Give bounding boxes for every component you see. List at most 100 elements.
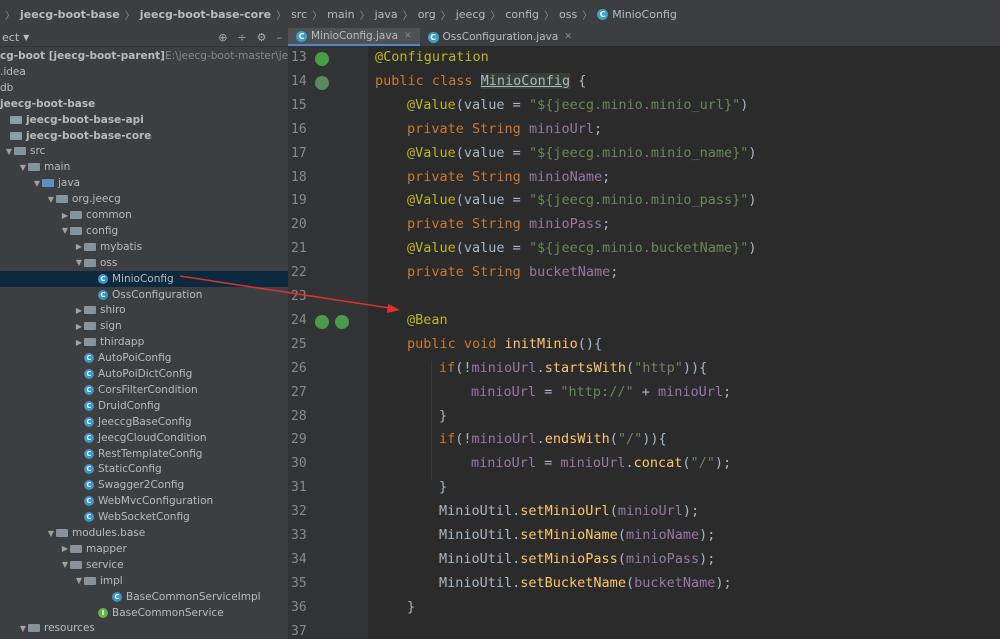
tree-item[interactable]: ▶ shiro	[0, 302, 288, 318]
tree-item[interactable]: C CorsFilterCondition	[0, 382, 288, 398]
tree-item[interactable]: ▼ config	[0, 223, 288, 239]
code-token: String	[472, 120, 529, 137]
tree-item[interactable]: ▼ org.jeecg	[0, 191, 288, 207]
tree-item[interactable]: ▼ src	[0, 143, 288, 159]
code-token: MinioUtil.	[439, 503, 521, 520]
code-token: bucketName	[528, 264, 611, 281]
tree-item[interactable]: jeecg-boot-base	[0, 96, 288, 112]
breadcrumb-item[interactable]: jeecg-boot-base	[20, 8, 120, 21]
expand-arrow-icon[interactable]: ▼	[18, 163, 28, 172]
tree-item[interactable]: I BaseCommonService	[0, 605, 288, 621]
expand-arrow-icon[interactable]: ▼	[60, 226, 70, 235]
class-icon: C	[84, 496, 94, 507]
expand-arrow-icon[interactable]: ▼	[46, 195, 56, 204]
tree-item[interactable]: ▼ modules.base	[0, 525, 288, 541]
tree-item-label: Swagger2Config	[98, 479, 185, 492]
close-icon[interactable]: ✕	[404, 31, 412, 41]
code-token: .	[536, 359, 545, 376]
code-token: )){	[682, 359, 708, 376]
tree-item[interactable]: C Swagger2Config	[0, 477, 288, 493]
breadcrumb-item[interactable]: src	[291, 8, 307, 21]
tree-item[interactable]: C AutoPoiConfig	[0, 350, 288, 366]
line-number: 37	[291, 623, 307, 639]
tree-item[interactable]: ▶ mybatis	[0, 239, 288, 255]
tree-item[interactable]: C WebMvcConfiguration	[0, 493, 288, 509]
code-token: {	[570, 72, 587, 89]
breadcrumb-item[interactable]: jeecg	[456, 8, 486, 21]
tree-item[interactable]: C JeecgCloudCondition	[0, 430, 288, 446]
chevron-down-icon[interactable]: ▼	[23, 33, 29, 42]
collapse-arrow-icon[interactable]: ▶	[74, 306, 84, 315]
editor-tab[interactable]: C MinioConfig.java ✕	[288, 28, 420, 46]
breadcrumb-item[interactable]: org	[418, 8, 436, 21]
tree-item[interactable]: C JeeccgBaseConfig	[0, 414, 288, 430]
code-token: );	[715, 574, 732, 591]
collapse-arrow-icon[interactable]: ▶	[74, 338, 84, 347]
tree-item[interactable]: C DruidConfig	[0, 398, 288, 414]
gear-icon[interactable]: ⚙	[257, 31, 267, 44]
project-panel-title[interactable]: ect	[2, 31, 19, 44]
tab-label: MinioConfig.java	[311, 30, 398, 42]
line-number: 29	[291, 432, 307, 448]
tree-item[interactable]: ▶ sign	[0, 318, 288, 334]
tree-item[interactable]: C MinioConfig	[0, 270, 288, 287]
expand-arrow-icon[interactable]: ▼	[32, 179, 42, 188]
tree-item[interactable]: ▼ oss	[0, 255, 288, 271]
tree-item[interactable]: jeecg-boot-base-core	[0, 128, 288, 144]
breadcrumb-item[interactable]: jeecg-boot-base-core	[140, 8, 271, 21]
collapse-arrow-icon[interactable]: ▶	[74, 322, 84, 331]
breadcrumb-item[interactable]: C MinioConfig	[597, 8, 677, 21]
breadcrumb-item[interactable]: config	[505, 8, 539, 21]
code-token: )	[748, 240, 757, 257]
code-token: minioUrl	[471, 383, 537, 400]
spring-bean-icon[interactable]	[315, 314, 329, 329]
breadcrumb-item[interactable]: main	[327, 8, 354, 21]
tree-item[interactable]: ▶ thirdapp	[0, 334, 288, 350]
tree-item-label: resources	[44, 622, 95, 635]
tree-item[interactable]: C OssConfiguration	[0, 287, 288, 303]
spring-bean-icon[interactable]	[335, 314, 349, 329]
expand-arrow-icon[interactable]: ▼	[60, 560, 70, 569]
tree-item[interactable]: ▶ common	[0, 207, 288, 223]
tree-item[interactable]: C AutoPoiDictConfig	[0, 366, 288, 382]
tree-item[interactable]: ▼ java	[0, 175, 288, 191]
close-icon[interactable]: ✕	[564, 32, 572, 42]
line-number: 36	[291, 599, 307, 615]
locate-icon[interactable]: ⊕	[218, 31, 227, 44]
tree-item[interactable]: ▼ resources	[0, 620, 288, 636]
code-editor[interactable]: 13 14 15 16 17 18 19 20 21 22 23 24 25 26 27 28 29 30 31 32…	[288, 46, 1000, 639]
tree-item[interactable]: ▼ service	[0, 557, 288, 573]
hide-icon[interactable]: –	[277, 31, 283, 44]
expand-arrow-icon[interactable]: ▼	[46, 529, 56, 538]
spring-bean-icon[interactable]	[315, 52, 329, 66]
code-token: String	[472, 264, 529, 281]
tree-item[interactable]: cg-boot [jeecg-boot-parent] E:\jeecg-boo…	[0, 48, 288, 64]
expand-arrow-icon[interactable]: ▼	[18, 624, 28, 633]
collapse-arrow-icon[interactable]: ▶	[60, 544, 70, 553]
tree-item[interactable]: db	[0, 80, 288, 96]
collapse-arrow-icon[interactable]: ▶	[74, 242, 84, 251]
tree-item[interactable]: ▶ mapper	[0, 541, 288, 557]
breadcrumb-item[interactable]: java	[375, 8, 398, 21]
expand-arrow-icon[interactable]: ▼	[4, 147, 14, 156]
spring-bean-icon[interactable]	[315, 75, 329, 90]
breadcrumb-label: java	[374, 7, 398, 21]
collapse-arrow-icon[interactable]: ▶	[60, 211, 70, 220]
collapse-all-icon[interactable]: ÷	[237, 31, 246, 44]
line-number: 31	[291, 480, 307, 496]
editor-tab[interactable]: C OssConfiguration.java ✕	[420, 28, 580, 46]
tree-item[interactable]: C StaticConfig	[0, 461, 288, 477]
expand-arrow-icon[interactable]: ▼	[74, 258, 84, 267]
tree-item[interactable]: ▼ impl	[0, 573, 288, 589]
tree-item[interactable]: jeecg-boot-base-api	[0, 112, 288, 128]
breadcrumb-item[interactable]: oss	[559, 8, 577, 21]
tree-item[interactable]: .idea	[0, 64, 288, 80]
tree-item[interactable]: C WebSocketConfig	[0, 509, 288, 525]
tree-item-label: sign	[100, 320, 122, 333]
tree-item[interactable]: C RestTemplateConfig	[0, 446, 288, 462]
tree-item[interactable]: ▼ main	[0, 159, 288, 175]
expand-arrow-icon[interactable]: ▼	[74, 576, 84, 585]
code-token: (	[617, 550, 626, 567]
tree-item[interactable]: C BaseCommonServiceImpl	[0, 589, 288, 605]
code-token: private	[407, 168, 473, 185]
